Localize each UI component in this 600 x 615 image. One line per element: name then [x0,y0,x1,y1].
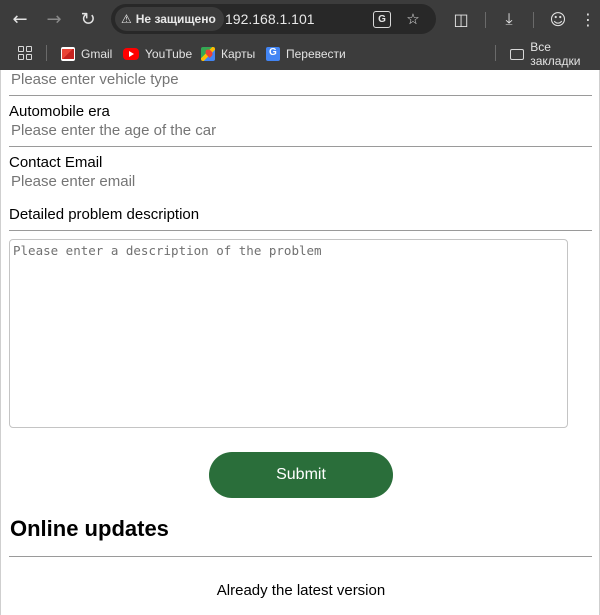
bookmarks-divider [495,45,496,61]
contact-email-input[interactable] [11,172,581,191]
divider [9,146,592,147]
problem-description-field: Detailed problem description [9,206,592,224]
forward-arrow-icon[interactable]: → [42,7,66,31]
bookmark-gmail[interactable]: Gmail [61,45,112,63]
extensions-icon[interactable]: ◫ [449,7,473,31]
warning-icon: ⚠ [121,12,132,26]
toolbar-divider [485,12,486,28]
folder-icon [510,48,525,60]
all-bookmarks-button[interactable]: Все закладки [510,40,600,68]
toolbar-divider [533,12,534,28]
automobile-era-field: Automobile era [9,103,592,140]
menu-dots-icon[interactable]: ⋮ [580,7,596,31]
browser-chrome: ← → ↻ ⚠ Не защищено 192.168.1.101 G ☆ ◫ … [0,0,600,70]
automobile-era-label: Automobile era [9,103,110,120]
security-label: Не защищено [135,12,216,26]
browser-toolbar: ← → ↻ ⚠ Не защищено 192.168.1.101 G ☆ ◫ … [0,0,600,38]
address-bar[interactable]: ⚠ Не защищено 192.168.1.101 G ☆ [111,4,436,34]
bookmark-star-icon[interactable]: ☆ [403,9,423,29]
page-content: Automobile era Contact Email Detailed pr… [0,70,600,615]
online-updates-title: Online updates [10,516,169,541]
translate-glyph: G [378,14,386,25]
divider [9,230,592,231]
contact-email-label: Contact Email [9,154,103,171]
reload-icon[interactable]: ↻ [76,7,100,31]
vehicle-type-input[interactable] [11,70,581,89]
submit-button[interactable]: Submit [209,452,393,498]
google-translate-icon [266,47,280,61]
apps-grid-icon[interactable] [18,46,32,60]
bookmarks-divider [46,45,47,61]
download-icon[interactable]: ⤓ [497,7,521,31]
problem-description-textarea[interactable] [9,239,568,428]
bookmark-youtube[interactable]: YouTube [123,45,192,63]
all-bookmarks-label: Все закладки [530,40,581,68]
bookmark-translate[interactable]: Перевести [266,45,346,63]
gmail-icon [61,47,75,61]
bookmark-label: YouTube [145,47,193,61]
maps-icon [201,47,215,61]
youtube-icon [123,48,139,60]
divider [9,95,592,96]
back-arrow-icon[interactable]: ← [8,7,32,31]
version-status-text: Already the latest version [216,582,386,599]
bookmark-maps[interactable]: Карты [201,45,255,63]
problem-description-label: Detailed problem description [9,206,200,223]
url-text[interactable]: 192.168.1.101 [225,11,315,27]
automobile-era-input[interactable] [11,121,581,140]
bookmark-label: Gmail [81,47,113,61]
bookmark-label: Перевести [286,47,346,61]
contact-email-field: Contact Email [9,154,592,191]
divider [9,556,592,557]
profile-icon[interactable]: ☺ [546,7,570,31]
bookmark-label: Карты [221,47,256,61]
vehicle-type-field [9,70,592,89]
security-chip[interactable]: ⚠ Не защищено [115,7,224,31]
translate-icon[interactable]: G [373,11,391,28]
